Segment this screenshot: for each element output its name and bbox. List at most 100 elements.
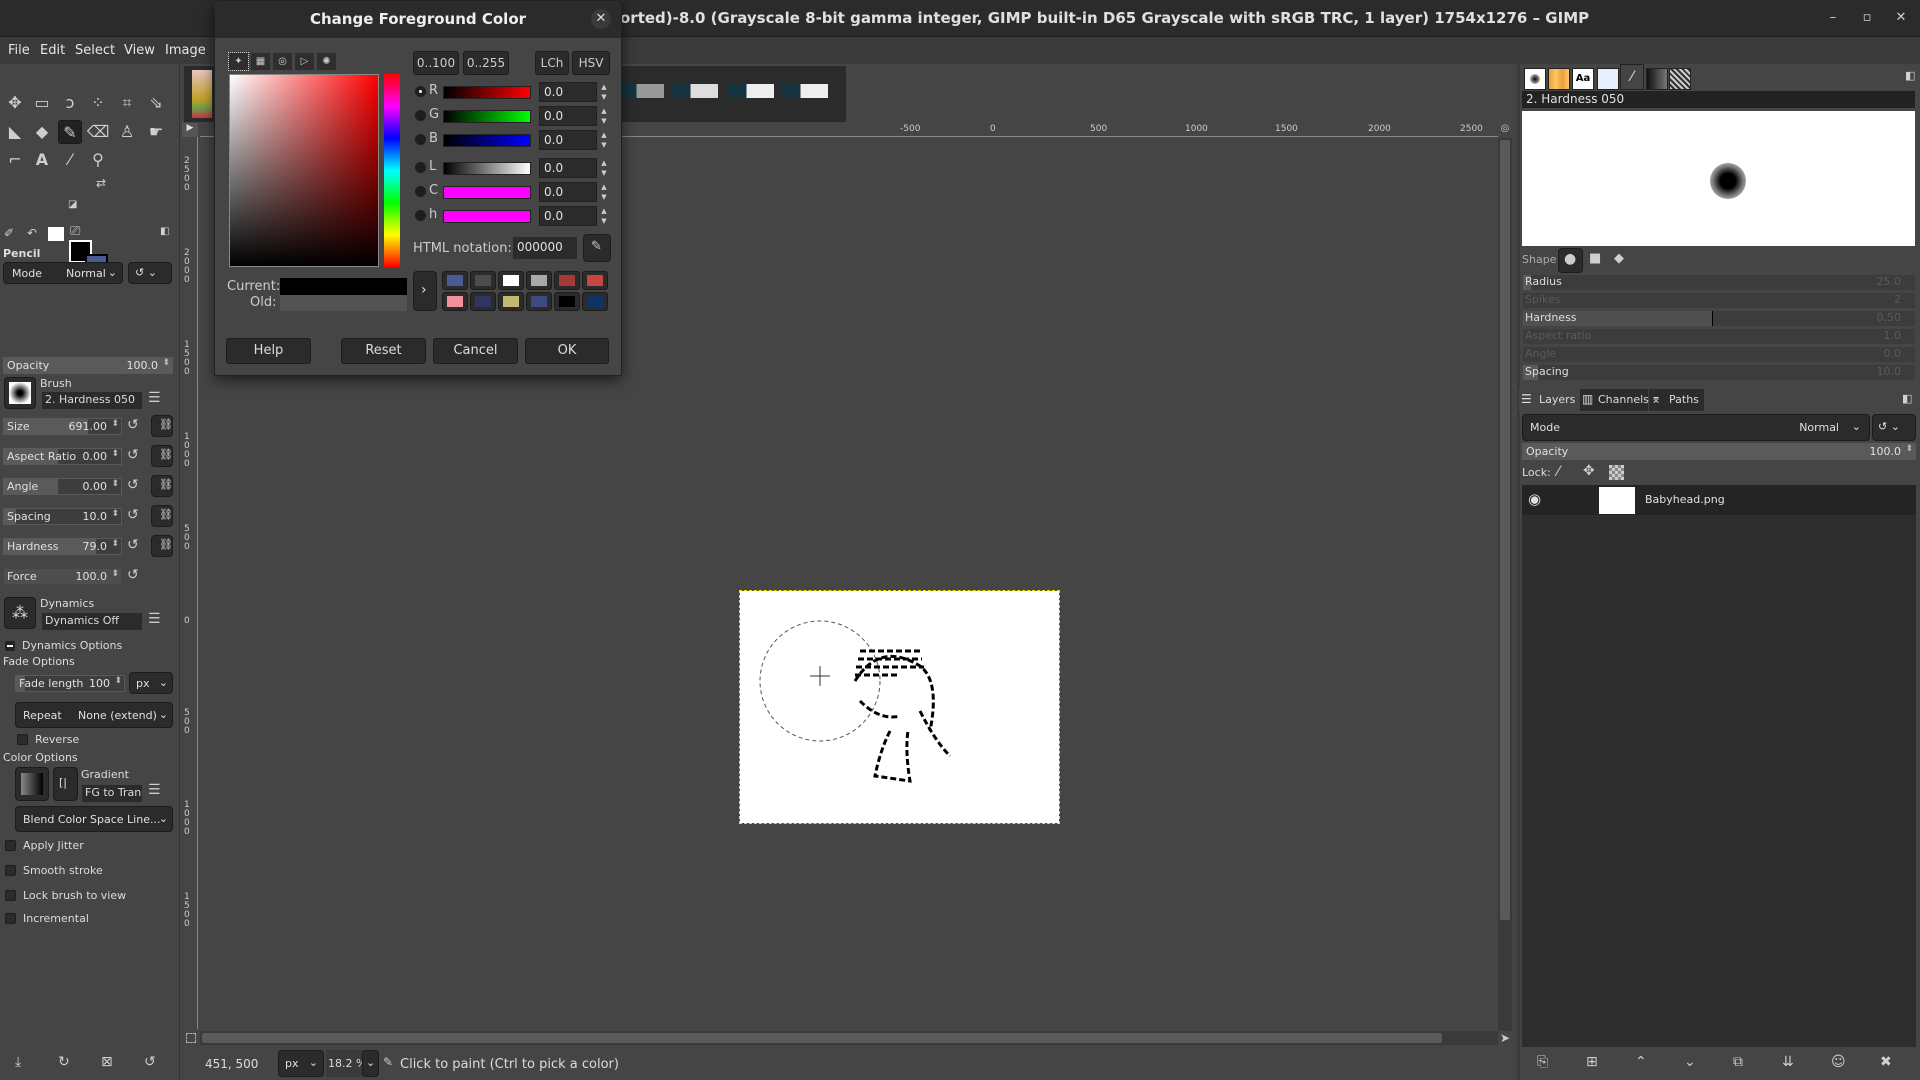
channel-r-value[interactable]: 0.0 [539, 82, 597, 102]
default-colors-icon[interactable]: ◪ [68, 199, 77, 210]
image-thumbnail-tab[interactable] [672, 84, 718, 98]
palette-selector-tab-icon[interactable]: ✺ [317, 53, 336, 70]
radius-slider[interactable]: Radius 25.0 [1523, 275, 1915, 290]
channel-l-value[interactable]: 0.0 [539, 158, 597, 178]
reverse-checkbox[interactable] [17, 734, 28, 745]
add-to-history-button[interactable]: › [413, 271, 437, 311]
mode-reset-select[interactable]: ↺ ⌄ [128, 262, 172, 284]
delete-options-icon[interactable]: ⊠ [101, 1054, 113, 1070]
hardness-param-slider[interactable]: Hardness 0.50 [1523, 311, 1915, 326]
history-swatch[interactable] [470, 292, 496, 311]
link-spacing-button[interactable]: ⛓ [151, 505, 173, 527]
reset-button[interactable]: Reset [341, 338, 426, 364]
size-slider[interactable]: Size 691.00 ⬍ [3, 418, 122, 435]
minimize-button[interactable]: – [1823, 8, 1843, 28]
spin-arrows-icon[interactable]: ▲ ▼ [597, 82, 611, 102]
cancel-button[interactable]: Cancel [433, 338, 518, 364]
duplicate-layer-icon[interactable]: ⧉ [1733, 1054, 1743, 1070]
save-options-icon[interactable]: ⤓ [15, 1054, 21, 1070]
link-hardness-button[interactable]: ⛓ [151, 535, 173, 557]
repeat-select[interactable]: Repeat None (extend) ⌄ [15, 702, 173, 728]
color-picker-tool-icon[interactable]: ⁄ [58, 148, 82, 172]
dialog-close-button[interactable]: ✕ [591, 9, 611, 29]
warp-tool-icon[interactable]: ◣ [3, 120, 27, 144]
lock-alpha-icon[interactable] [1609, 465, 1624, 480]
force-slider[interactable]: Force 100.0 ⬍ [3, 568, 122, 585]
apply-jitter-checkbox[interactable] [5, 840, 16, 851]
aspect-ratio-slider[interactable]: Aspect Ratio 0.00 ⬍ [3, 448, 122, 465]
history-swatch[interactable] [582, 271, 608, 290]
panel-menu-icon[interactable]: ◧ [160, 226, 169, 237]
navigate-icon[interactable]: ➤ [1500, 1031, 1510, 1045]
smudge-tool-icon[interactable]: ☛ [144, 120, 168, 144]
html-notation-field[interactable]: 000000 [513, 237, 577, 259]
gradients-tab-icon[interactable] [1646, 68, 1668, 90]
angle-slider[interactable]: Angle 0.00 ⬍ [3, 478, 122, 495]
channel-c-value[interactable]: 0.0 [539, 182, 597, 202]
text-tool-icon[interactable]: A [30, 148, 54, 172]
scroll-thumb[interactable] [202, 1033, 1442, 1043]
edit-brush-icon[interactable]: ☰ [148, 390, 161, 406]
pencil-tool-icon[interactable]: ✎ [58, 120, 82, 144]
layers-tab[interactable]: ☰ Layers [1519, 389, 1579, 411]
lock-brush-checkbox[interactable] [5, 890, 16, 901]
vertical-ruler[interactable]: 2500 2000 1500 1000 500 0 500 1000 1500 [182, 137, 198, 1029]
images-tab-icon[interactable] [48, 227, 64, 241]
spin-arrows-icon[interactable]: ▲ ▼ [597, 182, 611, 202]
channel-r-radio[interactable] [415, 86, 426, 97]
patterns-tab-icon[interactable] [1548, 68, 1570, 90]
watercolor-selector-tab-icon[interactable]: ◎ [273, 53, 292, 70]
lch-button[interactable]: LCh [535, 51, 569, 75]
menu-file[interactable]: File [8, 43, 30, 58]
spacing-param-slider[interactable]: Spacing 10.0 [1523, 365, 1915, 380]
history-swatch[interactable] [526, 271, 552, 290]
edit-dynamics-icon[interactable]: ☰ [148, 611, 161, 627]
channel-g-radio[interactable] [415, 110, 426, 121]
opacity-slider[interactable]: Opacity 100.0 ⬍ [3, 357, 173, 374]
channel-g-slider[interactable] [443, 110, 531, 123]
history-swatch[interactable] [442, 292, 468, 311]
link-angle-button[interactable]: ⛓ [151, 475, 173, 497]
brushes-tab-icon[interactable] [1524, 68, 1546, 90]
gimp-selector-tab-icon[interactable]: ✦ [228, 52, 249, 71]
dynamics-options-label[interactable]: Dynamics Options [22, 639, 122, 652]
channel-h-value[interactable]: 0.0 [539, 206, 597, 226]
quickmask-toggle-icon[interactable]: ▶ [182, 123, 198, 137]
palettes-tab-icon[interactable] [1669, 68, 1691, 90]
layer-opacity-slider[interactable]: Opacity 100.0 ⬍ [1522, 443, 1916, 460]
channels-tab[interactable]: ▥ Channels [1580, 389, 1649, 411]
help-button[interactable]: Help [226, 338, 311, 364]
menu-view[interactable]: View [124, 43, 155, 58]
hardness-slider[interactable]: Hardness 79.0 ⬍ [3, 538, 122, 555]
ok-button[interactable]: OK [525, 338, 609, 364]
incremental-checkbox[interactable] [5, 913, 16, 924]
undo-history-tab-icon[interactable]: ↶ [27, 226, 37, 240]
link-aspect-button[interactable]: ⛓ [151, 445, 173, 467]
eye-icon[interactable]: ◉ [1528, 490, 1541, 508]
close-window-button[interactable]: ✕ [1891, 8, 1911, 28]
reset-aspect-icon[interactable]: ↺ [127, 447, 139, 463]
paths-tab[interactable]: ⌆ Paths [1649, 389, 1704, 411]
rect-select-tool-icon[interactable]: ▭ [30, 91, 54, 115]
transform-tool-icon[interactable]: ⇘ [144, 91, 168, 115]
reset-angle-icon[interactable]: ↺ [127, 477, 139, 493]
horizontal-scrollbar[interactable] [200, 1031, 1498, 1045]
panel-menu-icon[interactable]: ◧ [1905, 69, 1915, 82]
channel-l-slider[interactable] [443, 162, 531, 175]
dynamics-preview-button[interactable]: ⁂ [4, 597, 36, 629]
reset-hardness-icon[interactable]: ↺ [127, 537, 139, 553]
document-history-tab-icon[interactable] [1597, 68, 1619, 90]
channel-h-radio[interactable] [415, 210, 426, 221]
brush-name-field[interactable]: 2. Hardness 050 [1522, 91, 1915, 108]
saturation-value-picker[interactable] [229, 74, 379, 267]
history-swatch[interactable] [498, 292, 524, 311]
channel-c-slider[interactable] [443, 186, 531, 199]
shape-square-icon[interactable]: ■ [1589, 251, 1601, 266]
shape-circle-button[interactable]: ● [1558, 248, 1583, 273]
reset-force-icon[interactable]: ↺ [127, 567, 139, 583]
channel-l-radio[interactable] [415, 162, 426, 173]
clone-tool-icon[interactable]: ♙ [115, 120, 139, 144]
image-thumbnail-tab[interactable] [782, 84, 828, 98]
gradient-field[interactable]: FG to Trans [82, 785, 142, 802]
color-picker-button[interactable]: ✎ [583, 234, 611, 262]
